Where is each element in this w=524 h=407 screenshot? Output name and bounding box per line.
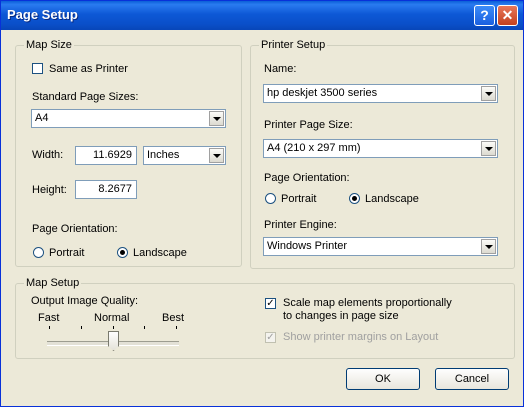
map-setup-group-label: Map Setup <box>24 277 82 289</box>
printer-engine-label: Printer Engine: <box>264 219 337 231</box>
printer-orientation-label: Page Orientation: <box>264 172 350 184</box>
map-size-group-label: Map Size <box>24 39 74 51</box>
help-button[interactable]: ? <box>474 5 495 26</box>
scale-elements-label-line1: Scale map elements proportionally <box>283 297 452 309</box>
same-as-printer-label: Same as Printer <box>49 63 128 75</box>
printer-portrait-radio[interactable] <box>265 193 276 204</box>
ok-button[interactable]: OK <box>346 368 420 390</box>
printer-name-value: hp deskjet 3500 series <box>267 87 378 99</box>
map-portrait-label: Portrait <box>49 247 85 259</box>
quality-normal-label: Normal <box>94 312 130 324</box>
printer-engine-dropdown[interactable]: Windows Printer <box>263 237 498 256</box>
standard-page-sizes-label: Standard Page Sizes: <box>32 91 139 103</box>
width-input[interactable]: 11.6929 <box>75 146 137 165</box>
quality-tick <box>49 326 50 329</box>
quality-tick <box>144 326 145 329</box>
output-quality-label: Output Image Quality: <box>31 295 138 307</box>
printer-engine-value: Windows Printer <box>267 240 348 252</box>
scale-elements-label-line2: to changes in page size <box>283 310 399 322</box>
height-input[interactable]: 8.2677 <box>75 180 137 199</box>
units-value: Inches <box>147 149 180 161</box>
cancel-button[interactable]: Cancel <box>435 368 509 390</box>
chevron-down-icon[interactable] <box>209 148 224 163</box>
close-button[interactable]: ✕ <box>497 5 518 26</box>
printer-setup-group-label: Printer Setup <box>259 39 328 51</box>
printer-portrait-label: Portrait <box>281 193 317 205</box>
map-landscape-radio[interactable] <box>117 247 128 258</box>
printer-landscape-radio[interactable] <box>349 193 360 204</box>
printer-landscape-label: Landscape <box>365 193 419 205</box>
quality-tick <box>81 326 82 329</box>
quality-tick <box>176 326 177 329</box>
chevron-down-icon[interactable] <box>209 111 224 126</box>
scale-elements-checkbox[interactable]: ✓ <box>265 298 276 309</box>
printer-page-size-label: Printer Page Size: <box>264 119 353 131</box>
printer-name-dropdown[interactable]: hp deskjet 3500 series <box>263 84 498 103</box>
standard-page-size-value: A4 <box>35 112 49 124</box>
quality-tick <box>113 326 114 329</box>
chevron-down-icon[interactable] <box>481 239 496 254</box>
same-as-printer-checkbox[interactable] <box>32 63 43 74</box>
printer-page-size-dropdown[interactable]: A4 (210 x 297 mm) <box>263 139 498 158</box>
show-margins-label: Show printer margins on Layout <box>283 331 439 343</box>
quality-fast-label: Fast <box>38 312 60 324</box>
printer-page-size-value: A4 (210 x 297 mm) <box>267 142 361 154</box>
dialog-title: Page Setup <box>7 7 78 22</box>
units-dropdown[interactable]: Inches <box>143 146 226 165</box>
width-label: Width: <box>32 149 64 161</box>
chevron-down-icon[interactable] <box>481 86 496 101</box>
quality-best-label: Best <box>162 312 185 324</box>
page-setup-dialog: Page Setup ? ✕ Map Size Same as Printer … <box>0 0 524 407</box>
map-landscape-label: Landscape <box>133 247 187 259</box>
standard-page-size-dropdown[interactable]: A4 <box>31 109 226 128</box>
map-portrait-radio[interactable] <box>33 247 44 258</box>
height-label: Height: <box>32 184 67 196</box>
map-orientation-label: Page Orientation: <box>32 223 118 235</box>
printer-name-label: Name: <box>264 63 297 75</box>
title-bar[interactable]: Page Setup ? ✕ <box>1 1 523 30</box>
show-margins-checkbox[interactable]: ✓ <box>265 332 276 343</box>
chevron-down-icon[interactable] <box>481 141 496 156</box>
